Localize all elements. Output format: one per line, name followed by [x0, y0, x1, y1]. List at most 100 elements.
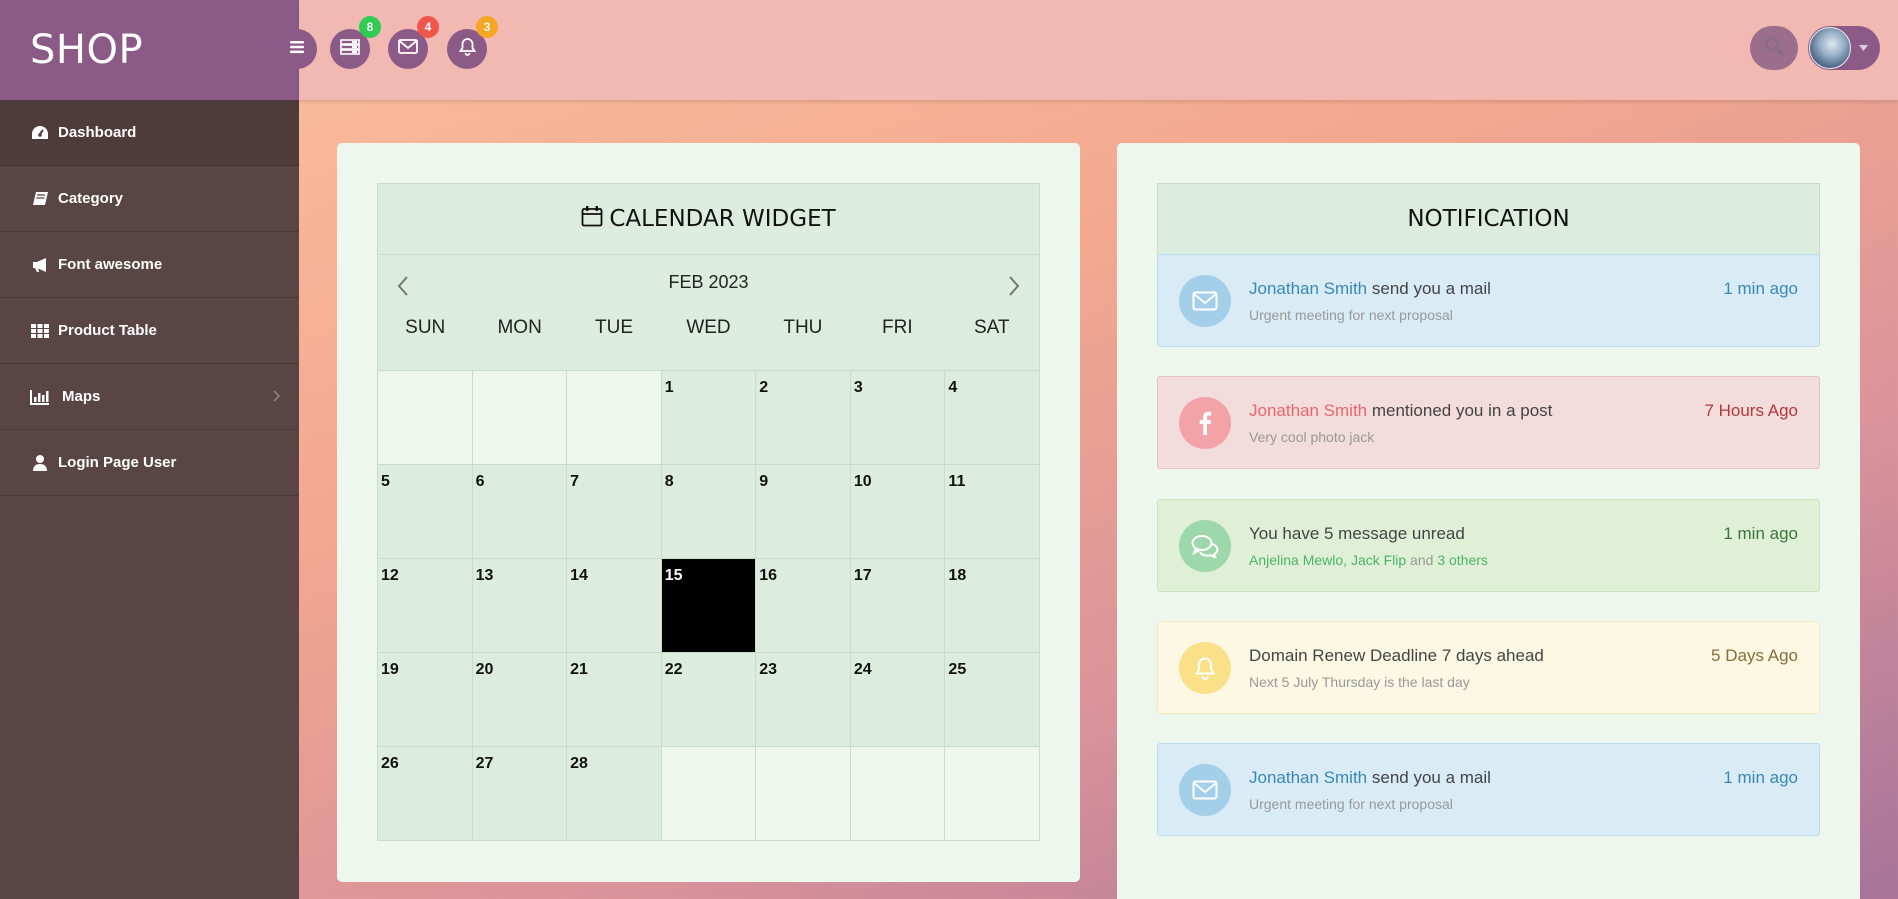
weekday-label: TUE — [595, 317, 634, 338]
bullhorn-icon — [30, 257, 50, 273]
notification-subtext: Very cool photo jack — [1249, 428, 1375, 445]
notification-item[interactable]: Jonathan Smith mentioned you in a post V… — [1157, 376, 1820, 469]
notification-time: 1 min ago — [1723, 279, 1798, 298]
hamburger-icon — [288, 40, 306, 59]
sidebar-item-label: Dashboard — [58, 124, 137, 141]
calendar-day-cell[interactable]: 7 — [567, 465, 662, 559]
notification-subtext: Next 5 July Thursday is the last day — [1249, 673, 1470, 690]
calendar-empty-cell — [945, 747, 1040, 841]
weekday-label: WED — [686, 317, 731, 338]
calendar-day-cell[interactable]: 25 — [945, 653, 1040, 747]
user-icon — [30, 454, 50, 471]
chevron-right-icon — [273, 389, 281, 405]
weekday-label: SAT — [973, 317, 1010, 338]
comments-icon — [1179, 519, 1231, 572]
tasks-button[interactable]: 8 — [330, 16, 381, 69]
sidebar-item-dashboard[interactable]: Dashboard — [0, 100, 299, 166]
tasks-badge: 8 — [359, 16, 381, 38]
notification-subtext: Anjelina Mewlo, Jack Flip and 3 others — [1249, 551, 1488, 568]
topbar: 8 4 3 — [277, 0, 1898, 100]
calendar-empty-cell — [661, 747, 757, 841]
sidebar: SHOP Dashboard Category Font awesome Pro… — [0, 0, 299, 899]
weekday-label: THU — [783, 317, 823, 338]
sidebar-item-label: Login Page User — [58, 454, 177, 471]
calendar-day-cell[interactable]: 19 — [378, 653, 473, 747]
chevron-right-icon[interactable] — [1007, 275, 1021, 302]
envelope-icon — [1179, 274, 1231, 327]
calendar-day-cell[interactable]: 16 — [756, 559, 851, 653]
menu-toggle-button[interactable] — [277, 29, 317, 69]
dashboard-icon — [30, 125, 50, 141]
calendar-day-cell[interactable]: 24 — [850, 653, 946, 747]
sidebar-item-category[interactable]: Category — [0, 166, 299, 232]
notifications-badge: 3 — [476, 16, 498, 38]
weekday-row: SUN MON TUE WED THU FRI SAT — [378, 317, 1039, 339]
tasks-icon — [340, 38, 360, 60]
avatar[interactable] — [1809, 27, 1851, 69]
notification-panel: NOTIFICATION Jonathan Smith send you a m… — [1117, 143, 1860, 899]
calendar-grid: 1 2 3 4 5 6 7 8 9 10 11 12 13 14 15 16 17 18 19 20 21 22 23 24 2… — [377, 371, 1040, 841]
search-icon — [1764, 36, 1784, 61]
calendar-day-cell[interactable]: 1 — [661, 371, 757, 465]
user-menu[interactable] — [1808, 26, 1880, 70]
calendar-header: CALENDAR WIDGET — [377, 183, 1040, 255]
month-label: FEB 2023 — [668, 272, 749, 292]
caret-down-icon — [1859, 43, 1868, 54]
calendar-day-cell[interactable]: 10 — [850, 465, 946, 559]
notification-time: 7 Hours Ago — [1704, 401, 1798, 420]
calendar-day-cell[interactable]: 17 — [850, 559, 946, 653]
calendar-day-cell[interactable]: 8 — [661, 465, 757, 559]
calendar-empty-cell — [850, 747, 946, 841]
notification-time: 1 min ago — [1723, 768, 1798, 787]
brand-logo[interactable]: SHOP — [0, 0, 299, 100]
calendar-day-cell[interactable]: 26 — [378, 747, 473, 841]
bell-icon — [1179, 641, 1231, 694]
calendar-panel: CALENDAR WIDGET FEB 2023 SUN MON TUE WED… — [337, 143, 1080, 882]
calendar-title: CALENDAR WIDGET — [609, 206, 836, 232]
calendar-day-cell[interactable]: 13 — [472, 559, 568, 653]
calendar-day-cell[interactable]: 12 — [378, 559, 473, 653]
calendar-day-cell[interactable]: 4 — [945, 371, 1040, 465]
calendar-empty-cell — [567, 371, 662, 465]
sidebar-item-maps[interactable]: Maps — [0, 364, 299, 430]
calendar-day-cell[interactable]: 2 — [756, 371, 851, 465]
sidebar-item-font-awesome[interactable]: Font awesome — [0, 232, 299, 298]
calendar-day-cell[interactable]: 27 — [472, 747, 568, 841]
envelope-icon — [398, 39, 418, 59]
messages-button[interactable]: 4 — [388, 16, 439, 69]
search-button[interactable] — [1750, 26, 1798, 70]
calendar-day-cell[interactable]: 5 — [378, 465, 473, 559]
calendar-day-cell[interactable]: 18 — [945, 559, 1040, 653]
notification-time: 5 Days Ago — [1711, 646, 1798, 665]
weekday-label: FRI — [882, 317, 913, 338]
notification-item[interactable]: You have 5 message unread Anjelina Mewlo… — [1157, 499, 1820, 592]
calendar-day-cell[interactable]: 23 — [756, 653, 851, 747]
notifications-button[interactable]: 3 — [447, 16, 498, 69]
weekday-label: MON — [497, 317, 542, 338]
calendar-day-cell[interactable]: 9 — [756, 465, 851, 559]
bar-chart-icon — [30, 389, 50, 405]
sidebar-item-login-page-user[interactable]: Login Page User — [0, 430, 299, 496]
calendar-empty-cell — [378, 371, 473, 465]
calendar-day-cell[interactable]: 21 — [567, 653, 662, 747]
calendar-day-cell[interactable]: 20 — [472, 653, 568, 747]
calendar-day-cell[interactable]: 11 — [945, 465, 1040, 559]
notification-item[interactable]: Jonathan Smith send you a mail Urgent me… — [1157, 254, 1820, 347]
sidebar-item-label: Maps — [62, 388, 101, 405]
book-icon — [30, 191, 50, 206]
notification-item[interactable]: Domain Renew Deadline 7 days ahead Next … — [1157, 621, 1820, 714]
weekday-label: SUN — [405, 317, 446, 338]
calendar-day-cell[interactable]: 3 — [850, 371, 946, 465]
bell-icon — [458, 37, 477, 61]
sidebar-item-label: Product Table — [58, 322, 157, 339]
calendar-day-cell[interactable]: 28 — [567, 747, 662, 841]
notification-time: 1 min ago — [1723, 524, 1798, 543]
calendar-day-cell[interactable]: 15 — [661, 559, 757, 653]
calendar-day-cell[interactable]: 6 — [472, 465, 568, 559]
facebook-icon — [1179, 396, 1231, 449]
notification-title: NOTIFICATION — [1157, 183, 1820, 255]
notification-item[interactable]: Jonathan Smith send you a mail Urgent me… — [1157, 743, 1820, 836]
sidebar-item-product-table[interactable]: Product Table — [0, 298, 299, 364]
calendar-day-cell[interactable]: 22 — [661, 653, 757, 747]
calendar-day-cell[interactable]: 14 — [567, 559, 662, 653]
